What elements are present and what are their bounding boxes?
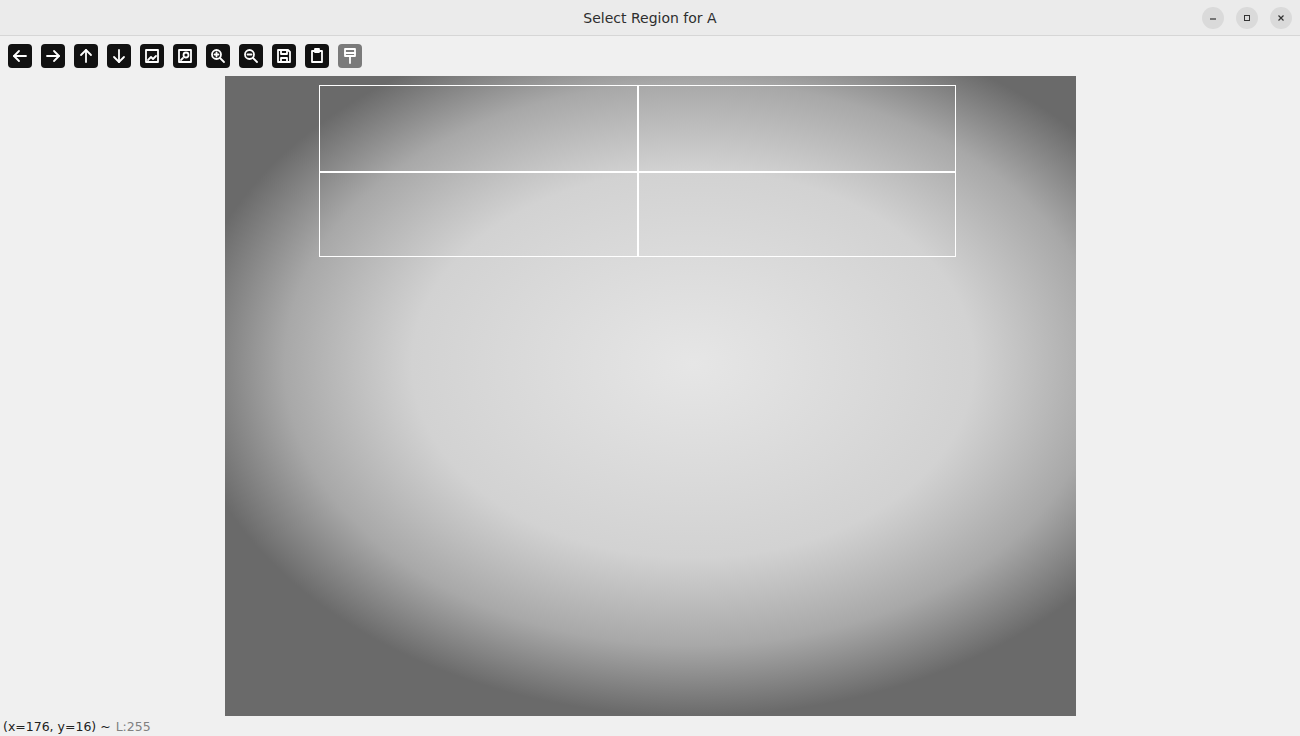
minimize-icon — [1208, 13, 1218, 23]
region-grid[interactable] — [319, 85, 956, 257]
pixel-value: L:255 — [116, 719, 151, 734]
zoom-out-icon — [239, 44, 263, 68]
toolbar-button[interactable] — [41, 44, 65, 68]
image-search-icon — [173, 44, 197, 68]
toolbar-button[interactable] — [173, 44, 197, 68]
status-bar: (x=176, y=16) ~ L:255 — [0, 716, 1300, 736]
plate-photo[interactable] — [225, 76, 1076, 716]
paint-icon — [338, 44, 362, 68]
image-icon — [140, 44, 164, 68]
title-bar: Select Region for A — [0, 0, 1300, 36]
back-arrow-icon — [8, 44, 32, 68]
toolbar-button[interactable] — [74, 44, 98, 68]
save-icon — [272, 44, 296, 68]
close-icon — [1276, 13, 1286, 23]
window-title: Select Region for A — [583, 10, 716, 26]
toolbar-button[interactable] — [239, 44, 263, 68]
toolbar-button[interactable] — [272, 44, 296, 68]
down-arrow-icon — [107, 44, 131, 68]
toolbar-button[interactable] — [338, 44, 362, 68]
toolbar-button[interactable] — [206, 44, 230, 68]
zoom-in-icon — [206, 44, 230, 68]
forward-arrow-icon — [41, 44, 65, 68]
maximize-icon — [1242, 13, 1252, 23]
region-select-window: Select Region for A (x=176, y=16) ~ L:255 — [0, 0, 1300, 736]
toolbar-button[interactable] — [8, 44, 32, 68]
toolbar-button[interactable] — [107, 44, 131, 68]
maximize-button[interactable] — [1236, 7, 1258, 29]
clipboard-icon — [305, 44, 329, 68]
toolbar-button[interactable] — [305, 44, 329, 68]
minimize-button[interactable] — [1202, 7, 1224, 29]
up-arrow-icon — [74, 44, 98, 68]
toolbar-button[interactable] — [140, 44, 164, 68]
toolbar — [0, 36, 1300, 76]
cursor-position: (x=176, y=16) ~ — [3, 719, 111, 734]
close-button[interactable] — [1270, 7, 1292, 29]
image-canvas — [0, 76, 1300, 716]
